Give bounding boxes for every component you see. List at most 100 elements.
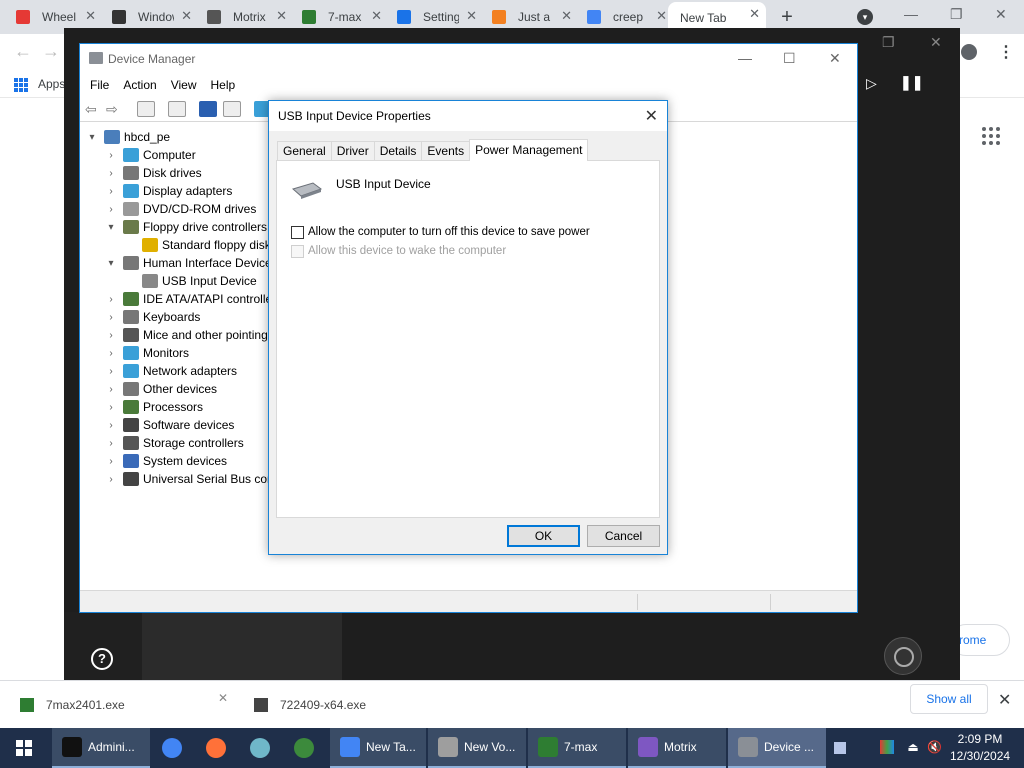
menu-file[interactable]: File	[90, 78, 109, 92]
download-item[interactable]: 722409-x64.exe	[236, 681, 468, 729]
close-icon[interactable]: ✕	[645, 106, 658, 126]
forward-arrow-icon[interactable]: ⇨	[106, 101, 124, 117]
expanded-chevron-icon[interactable]: ▾	[105, 258, 117, 269]
tree-item[interactable]: › Monitors	[105, 344, 189, 362]
collapsed-chevron-icon[interactable]: ›	[105, 348, 117, 359]
taskbar-item[interactable]: New Ta...	[330, 728, 426, 768]
tree-item[interactable]: › Universal Serial Bus con	[105, 470, 274, 488]
minimize-icon[interactable]: —	[904, 6, 918, 22]
profile-avatar-icon[interactable]	[961, 44, 977, 60]
menu-view[interactable]: View	[171, 78, 197, 92]
menu-help[interactable]: Help	[211, 78, 236, 92]
chrome-tab[interactable]: Just a ✕	[490, 4, 578, 30]
close-icon[interactable]: ✕	[995, 6, 1007, 23]
chrome-tab[interactable]: 7-max ✕	[300, 4, 388, 30]
menu-action[interactable]: Action	[123, 78, 156, 92]
tab-search-chevron-icon[interactable]: ▾	[857, 9, 873, 25]
download-chevron-icon[interactable]: ✕	[218, 691, 228, 705]
view-icon[interactable]	[223, 101, 241, 117]
taskbar-item[interactable]	[284, 728, 326, 768]
back-arrow-icon[interactable]: ⇦	[85, 101, 103, 117]
collapsed-chevron-icon[interactable]: ›	[105, 384, 117, 395]
collapsed-chevron-icon[interactable]: ›	[105, 402, 117, 413]
tree-item[interactable]: › Processors	[105, 398, 203, 416]
tree-item[interactable]: › System devices	[105, 452, 227, 470]
tree-item[interactable]: USB Input Device	[124, 272, 257, 290]
minimize-icon[interactable]: —	[738, 50, 752, 66]
tree-item[interactable]: ▾ Floppy drive controllers	[105, 218, 267, 236]
tray-app-icon[interactable]	[834, 742, 846, 754]
close-icon[interactable]: ✕	[276, 8, 287, 24]
forward-arrow-icon[interactable]: →	[42, 41, 60, 62]
help-icon[interactable]: ?	[91, 648, 113, 670]
restore-icon[interactable]: ❐	[950, 6, 963, 23]
tree-item[interactable]: Standard floppy disk	[124, 236, 271, 254]
tree-item[interactable]: ▾ Human Interface Device	[105, 254, 272, 272]
taskbar-item[interactable]: Admini...	[52, 728, 150, 768]
close-icon[interactable]: ✕	[829, 50, 841, 67]
properties-icon[interactable]	[168, 101, 186, 117]
volume-muted-icon[interactable]: 🔇	[927, 740, 942, 754]
show-hide-tree-icon[interactable]	[137, 101, 155, 117]
kebab-menu-icon[interactable]: ⋮	[998, 42, 1014, 62]
play-icon[interactable]: ▷	[866, 75, 877, 92]
close-icon[interactable]: ✕	[466, 8, 477, 24]
tab-driver[interactable]: Driver	[330, 141, 375, 161]
close-download-bar-icon[interactable]: ✕	[998, 690, 1011, 710]
collapsed-chevron-icon[interactable]: ›	[105, 438, 117, 449]
close-icon[interactable]: ✕	[930, 34, 942, 51]
taskbar-item[interactable]: 7-max	[528, 728, 626, 768]
tree-item[interactable]: › Network adapters	[105, 362, 237, 380]
google-apps-icon[interactable]	[982, 127, 1000, 145]
usb-eject-icon[interactable]: ⏏	[906, 740, 920, 754]
tab-events[interactable]: Events	[421, 141, 471, 161]
show-all-button[interactable]: Show all	[910, 684, 988, 714]
expanded-chevron-icon[interactable]: ▾	[86, 132, 98, 143]
collapsed-chevron-icon[interactable]: ›	[105, 474, 117, 485]
collapsed-chevron-icon[interactable]: ›	[105, 186, 117, 197]
tab-power-management[interactable]: Power Management	[469, 139, 589, 161]
cancel-button[interactable]: Cancel	[587, 525, 660, 547]
collapsed-chevron-icon[interactable]: ›	[105, 366, 117, 377]
tree-item[interactable]: › IDE ATA/ATAPI controlle	[105, 290, 272, 308]
close-icon[interactable]: ✕	[656, 8, 667, 24]
collapsed-chevron-icon[interactable]: ›	[105, 312, 117, 323]
color-picker-icon[interactable]	[880, 740, 894, 754]
collapsed-chevron-icon[interactable]: ›	[105, 204, 117, 215]
tab-details[interactable]: Details	[373, 141, 423, 161]
back-arrow-icon[interactable]: ←	[14, 41, 32, 62]
close-icon[interactable]: ✕	[85, 8, 96, 24]
collapsed-chevron-icon[interactable]: ›	[105, 150, 117, 161]
chrome-tab[interactable]: Settings ✕	[395, 4, 483, 30]
pause-icon[interactable]: ❚❚	[900, 74, 923, 91]
allow-turn-off-checkbox[interactable]: Allow the computer to turn off this devi…	[291, 224, 590, 240]
tree-item[interactable]: › Display adapters	[105, 182, 232, 200]
expanded-chevron-icon[interactable]: ▾	[105, 222, 117, 233]
taskbar-item[interactable]: Motrix	[628, 728, 726, 768]
tree-item[interactable]: › Computer	[105, 146, 196, 164]
tree-item[interactable]: › Disk drives	[105, 164, 202, 182]
taskbar-item[interactable]: Device ...	[728, 728, 826, 768]
tree-item[interactable]: › Storage controllers	[105, 434, 244, 452]
maximize-icon[interactable]: ☐	[783, 50, 796, 67]
system-clock[interactable]: 2:09 PM 12/30/2024	[950, 731, 1010, 765]
close-icon[interactable]: ✕	[181, 8, 192, 24]
collapsed-chevron-icon[interactable]: ›	[105, 420, 117, 431]
help-book-icon[interactable]	[199, 101, 217, 117]
tree-item[interactable]: › Other devices	[105, 380, 217, 398]
close-icon[interactable]: ✕	[371, 8, 382, 24]
apps-grid-icon[interactable]	[14, 78, 28, 92]
download-item[interactable]: 7max2401.exe ✕	[0, 681, 232, 729]
checkbox-box[interactable]	[291, 225, 304, 239]
collapsed-chevron-icon[interactable]: ›	[105, 456, 117, 467]
bookmark-apps[interactable]: Apps	[38, 77, 65, 91]
ok-button[interactable]: OK	[507, 525, 580, 547]
new-tab-plus-icon[interactable]: +	[776, 6, 798, 28]
tab-general[interactable]: General	[277, 141, 332, 161]
maximize-icon[interactable]: ❐	[882, 34, 895, 51]
collapsed-chevron-icon[interactable]: ›	[105, 330, 117, 341]
speed-gauge-icon[interactable]	[884, 637, 922, 675]
device-manager-titlebar[interactable]: Device Manager — ☐ ✕	[80, 44, 857, 74]
taskbar-item[interactable]	[152, 728, 194, 768]
taskbar-item[interactable]: New Vo...	[428, 728, 526, 768]
